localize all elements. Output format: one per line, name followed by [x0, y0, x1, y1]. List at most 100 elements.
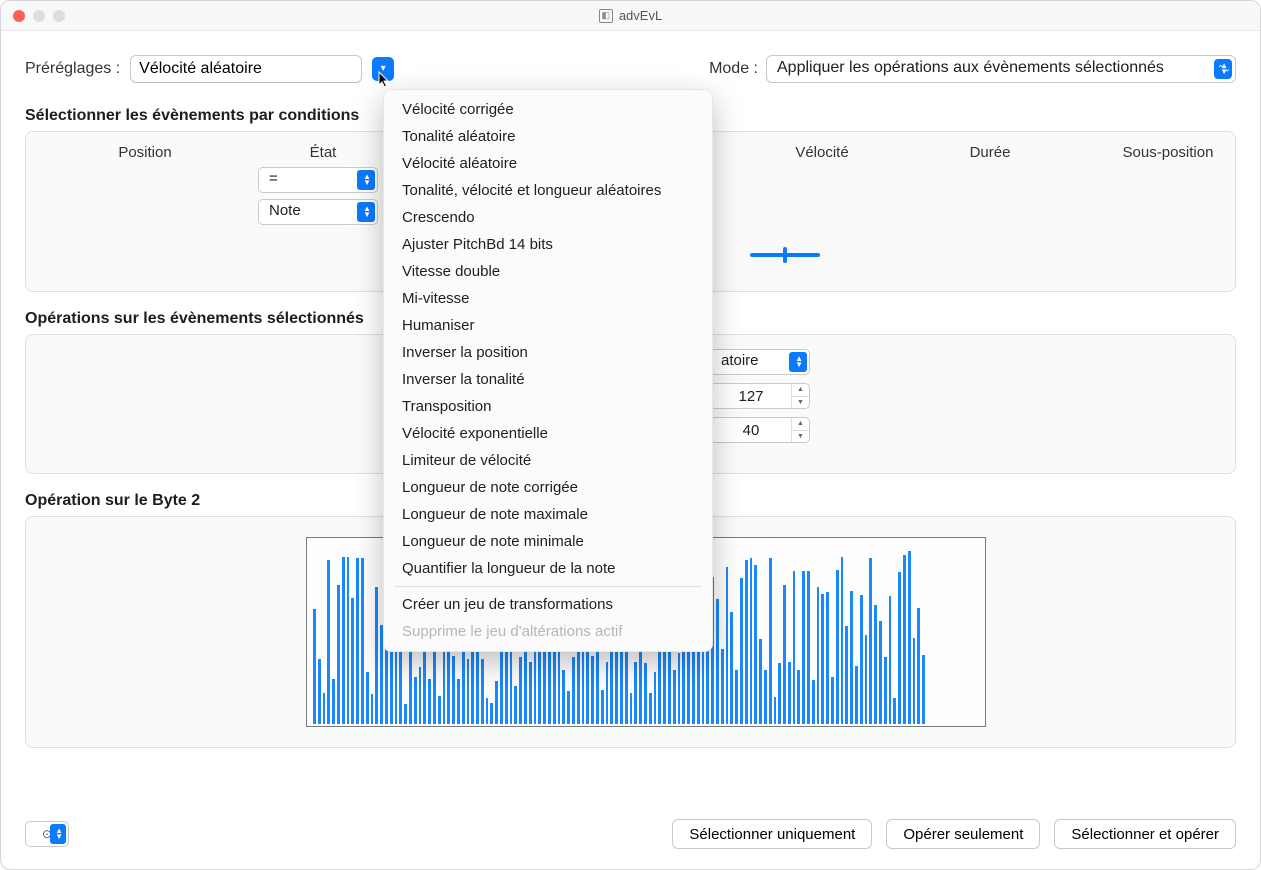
select-and-operate-button[interactable]: Sélectionner et opérer: [1054, 819, 1236, 849]
preset-menu-button[interactable]: ▾: [372, 57, 394, 81]
chart-bar: [371, 694, 374, 724]
header-position: Position: [40, 144, 250, 161]
menu-item-create-transform[interactable]: Créer un jeu de transformations: [384, 591, 712, 618]
chart-bar: [538, 652, 541, 724]
min-value-stepper[interactable]: 40 ▲▼: [710, 417, 810, 443]
velocity-slider-thumb[interactable]: [783, 247, 787, 263]
menu-item[interactable]: Vélocité aléatoire: [384, 150, 712, 177]
select-only-button[interactable]: Sélectionner uniquement: [672, 819, 872, 849]
updown-icon: ▲▼: [795, 356, 803, 368]
chart-bar: [754, 565, 757, 724]
step-down-icon[interactable]: ▼: [792, 397, 809, 409]
chart-bar: [721, 649, 724, 724]
operation-mode-popup[interactable]: atoire ▲▼: [710, 349, 810, 375]
menu-item[interactable]: Inverser la position: [384, 339, 712, 366]
close-window-button[interactable]: [13, 10, 25, 22]
chart-bar: [898, 572, 901, 724]
chart-bar: [332, 679, 335, 724]
menu-item[interactable]: Tonalité, vélocité et longueur aléatoire…: [384, 177, 712, 204]
window-title: ◧ advEvL: [1, 8, 1260, 23]
menu-item[interactable]: Inverser la tonalité: [384, 366, 712, 393]
menu-item[interactable]: Longueur de note minimale: [384, 528, 712, 555]
chart-bar: [586, 647, 589, 724]
updown-icon: ▲▼: [55, 828, 63, 840]
operation-mode-value: atoire: [721, 352, 759, 369]
chart-bar: [567, 691, 570, 724]
etat-type-value: Note: [269, 202, 301, 219]
chart-bar: [529, 662, 532, 724]
operate-only-button[interactable]: Opérer seulement: [886, 819, 1040, 849]
chart-bar: [649, 693, 652, 724]
minimize-window-button[interactable]: [33, 10, 45, 22]
menu-item[interactable]: Mi-vitesse: [384, 285, 712, 312]
chart-bar: [917, 608, 920, 724]
chart-bar: [313, 609, 316, 724]
etat-operator-popup[interactable]: = ▲▼: [258, 167, 378, 193]
chart-bar: [572, 657, 575, 724]
chart-bar: [351, 598, 354, 724]
menu-item[interactable]: Vélocité corrigée: [384, 96, 712, 123]
menu-item[interactable]: Longueur de note corrigée: [384, 474, 712, 501]
menu-item[interactable]: Tonalité aléatoire: [384, 123, 712, 150]
etat-type-popup[interactable]: Note ▲▼: [258, 199, 378, 225]
chart-bar: [922, 655, 925, 724]
menu-item[interactable]: Crescendo: [384, 204, 712, 231]
chart-bar: [342, 557, 345, 724]
mode-label: Mode :: [709, 60, 758, 78]
chart-bar: [850, 591, 853, 724]
chart-bar: [802, 571, 805, 724]
chart-bar: [889, 596, 892, 724]
menu-item[interactable]: Transposition: [384, 393, 712, 420]
min-value: 40: [711, 422, 791, 439]
menu-item[interactable]: Quantifier la longueur de la note: [384, 555, 712, 582]
document-icon: ◧: [599, 9, 613, 23]
mode-value: Appliquer les opérations aux évènements …: [777, 59, 1164, 76]
top-controls-row: Préréglages : ▾ Mode : Appliquer les opé…: [25, 49, 1236, 89]
menu-item[interactable]: Longueur de note maximale: [384, 501, 712, 528]
preset-label: Préréglages :: [25, 60, 120, 78]
chart-bar: [601, 690, 604, 724]
zoom-window-button[interactable]: [53, 10, 65, 22]
chevron-down-icon: ▾: [381, 64, 386, 74]
chart-bar: [764, 670, 767, 724]
max-value-stepper[interactable]: 127 ▲▼: [710, 383, 810, 409]
header-duree: Durée: [910, 144, 1070, 161]
chart-bar: [745, 560, 748, 724]
chart-bar: [428, 679, 431, 724]
preset-field[interactable]: [130, 55, 362, 83]
chart-bar: [841, 557, 844, 724]
chart-bar: [903, 555, 906, 724]
chart-bar: [375, 587, 378, 724]
menu-item[interactable]: Ajuster PitchBd 14 bits: [384, 231, 712, 258]
preset-dropdown-menu: Vélocité corrigéeTonalité aléatoireVéloc…: [383, 89, 713, 652]
chart-bar: [419, 667, 422, 724]
chart-bar: [913, 638, 916, 724]
menu-separator: [394, 586, 702, 587]
menu-item[interactable]: Vitesse double: [384, 258, 712, 285]
step-up-icon[interactable]: ▲: [792, 384, 809, 397]
more-menu-button[interactable]: ⊙ ▲▼: [25, 821, 69, 847]
chart-bar: [404, 704, 407, 724]
chart-bar: [874, 605, 877, 724]
window-title-text: advEvL: [619, 8, 662, 23]
chart-bar: [884, 657, 887, 724]
step-up-icon[interactable]: ▲: [792, 418, 809, 431]
menu-item[interactable]: Limiteur de vélocité: [384, 447, 712, 474]
updown-icon: ▲▼: [1220, 63, 1228, 75]
chart-bar: [634, 662, 637, 724]
menu-item[interactable]: Vélocité exponentielle: [384, 420, 712, 447]
window: ◧ advEvL Préréglages : ▾ Mode : Applique…: [0, 0, 1261, 870]
chart-bar: [519, 657, 522, 724]
chart-bar: [893, 698, 896, 724]
chart-bar: [831, 677, 834, 724]
chart-bar: [490, 703, 493, 724]
chart-bar: [606, 662, 609, 724]
chart-bar: [337, 585, 340, 724]
mode-popup[interactable]: Appliquer les opérations aux évènements …: [766, 55, 1236, 83]
chart-bar: [361, 558, 364, 724]
menu-item[interactable]: Humaniser: [384, 312, 712, 339]
chart-bar: [735, 670, 738, 724]
chart-bar: [457, 679, 460, 724]
chart-bar: [860, 595, 863, 724]
step-down-icon[interactable]: ▼: [792, 431, 809, 443]
